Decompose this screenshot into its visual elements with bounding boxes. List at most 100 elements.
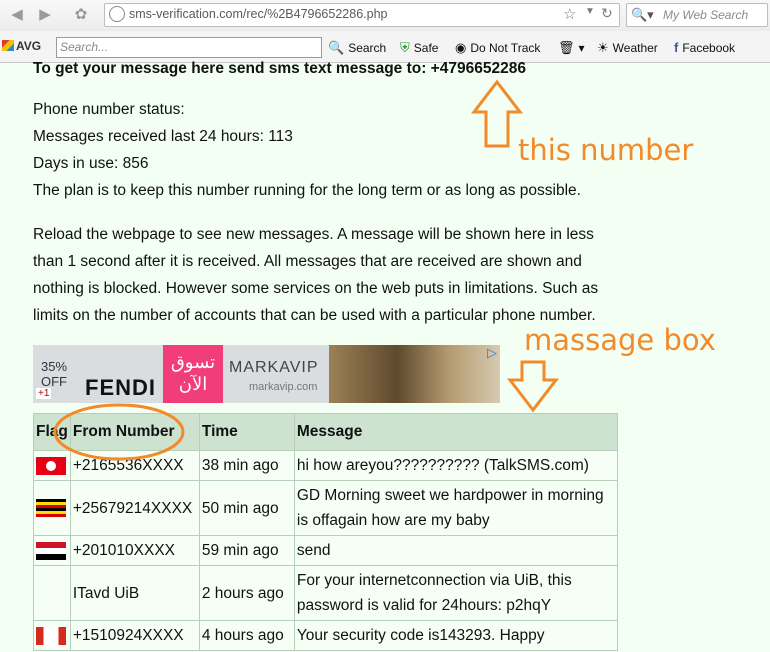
avg-mark-icon: [2, 40, 14, 51]
from-number-cell: +201010XXXX: [69, 535, 200, 566]
flag-icon: [36, 626, 66, 645]
page-headline: To get your message here send sms text m…: [33, 60, 526, 77]
time-cell: 4 hours ago: [198, 620, 295, 651]
ad-shop-now[interactable]: تسوق الآن: [163, 345, 223, 403]
table-header-row: Flag From Number Time Message: [33, 413, 619, 451]
table-row: +25679214XXXX 50 min ago GD Morning sweet …: [33, 480, 619, 536]
page-content: To get your message here send sms text m…: [0, 60, 770, 652]
ad-brand: FENDI: [85, 375, 156, 400]
annotation-this-number: this number: [518, 133, 694, 167]
from-number-cell: +2165536XXXX: [69, 450, 200, 481]
web-search-placeholder: My Web Search: [663, 8, 749, 22]
ad-arabic-line: الآن: [178, 374, 208, 394]
forward-icon[interactable]: ▶: [36, 6, 54, 24]
trash-icon: 🗑: [558, 40, 575, 55]
message-cell: GD Morning sweet we hardpower in morning…: [293, 480, 619, 536]
avg-brand-label: AVG: [16, 39, 42, 53]
search-button[interactable]: 🔍 Search: [328, 40, 386, 56]
from-number-cell: ITavd UiB: [69, 565, 200, 621]
bookmark-star-icon[interactable]: ☆: [563, 5, 576, 23]
shield-icon: ⛨: [400, 40, 410, 55]
from-number-cell: +1510924XXXX: [69, 620, 200, 651]
trash-button[interactable]: 🗑 ▾: [558, 40, 585, 56]
avg-logo[interactable]: AVG: [2, 39, 41, 53]
reload-text-line: than 1 second after it is received. All …: [33, 253, 582, 270]
weather-icon: ☀: [597, 40, 609, 55]
time-cell: 38 min ago: [198, 450, 295, 481]
weather-button-label: Weather: [612, 41, 658, 55]
table-row: +2165536XXXX 38 min ago hi how areyou?????…: [33, 450, 619, 481]
address-bar[interactable]: sms-verification.com/rec/%2B4796652286.p…: [104, 3, 620, 27]
adchoices-icon[interactable]: ▷: [487, 345, 497, 361]
safe-button[interactable]: ⛨ Safe: [400, 40, 438, 56]
received-count: Messages received last 24 hours: 113: [33, 128, 293, 145]
eye-icon: ◉: [455, 40, 467, 55]
facebook-icon: f: [674, 40, 679, 55]
message-cell: hi how areyou?????????? (TalkSMS.com): [293, 450, 619, 481]
safe-button-label: Safe: [413, 41, 439, 55]
navigation-bar: ◀ ▶ ✿ sms-verification.com/rec/%2B479665…: [0, 0, 770, 31]
url-dropdown-icon[interactable]: ▼: [585, 6, 595, 17]
avg-search-input[interactable]: Search...: [56, 37, 322, 58]
message-line: password is valid for 24hours: p2hqY: [296, 597, 552, 614]
do-not-track-button[interactable]: ◉ Do Not Track: [455, 40, 540, 56]
ad-handbag-image: [329, 345, 500, 403]
flag-icon: [36, 499, 66, 518]
reload-text-line: limits on the number of accounts that ca…: [33, 307, 596, 324]
url-text: sms-verification.com/rec/%2B4796652286.p…: [129, 7, 388, 21]
avg-toolbar: AVG Search... 🔍 Search ⛨ Safe ◉ Do Not Trac…: [0, 33, 770, 62]
ad-percent: 35%: [41, 359, 68, 374]
globe-icon: [109, 6, 125, 22]
flag-icon: [36, 541, 66, 560]
time-cell: 50 min ago: [198, 480, 295, 536]
search-engine-icon: 🔍▾: [631, 7, 654, 22]
google-plus-one[interactable]: +1: [36, 388, 52, 399]
column-header-from: From Number: [69, 413, 200, 451]
back-icon[interactable]: ◀: [8, 6, 26, 24]
reload-text-line: nothing is blocked. However some service…: [33, 280, 599, 297]
time-cell: 2 hours ago: [198, 565, 295, 621]
flag-cell: [33, 450, 71, 481]
weather-button[interactable]: ☀ Weather: [597, 40, 658, 56]
search-icon: 🔍: [328, 40, 345, 55]
ad-site-url: markavip.com: [249, 381, 318, 393]
column-header-time: Time: [198, 413, 295, 451]
ad-discount: 35% OFF: [41, 359, 67, 389]
flag-icon: [36, 456, 66, 475]
table-row: +1510924XXXX 4 hours ago Your security cod…: [33, 620, 619, 651]
message-line: For your internetconnection via UiB, thi…: [296, 572, 572, 589]
message-line: Your security code is143293. Happy: [296, 627, 545, 644]
annotation-message-box: massage box: [524, 323, 716, 357]
reload-text-line: Reload the webpage to see new messages. …: [33, 226, 594, 243]
history-icon[interactable]: ✿: [72, 6, 90, 24]
flag-cell: [33, 480, 71, 536]
message-line: GD Morning sweet we hardpower in morning: [296, 487, 604, 504]
status-title: Phone number status:: [33, 101, 185, 118]
table-row: +201010XXXX 59 min ago send: [33, 535, 619, 566]
facebook-button[interactable]: f Facebook: [674, 40, 735, 55]
column-header-flag: Flag: [33, 413, 71, 451]
days-in-use: Days in use: 856: [33, 155, 149, 172]
messages-body: +2165536XXXX 38 min ago hi how areyou?????…: [33, 450, 619, 651]
ad-off: OFF: [41, 374, 67, 389]
dnt-button-label: Do Not Track: [470, 41, 541, 55]
flag-cell: [33, 620, 71, 651]
reload-icon[interactable]: ↻: [601, 5, 613, 22]
web-search-box[interactable]: 🔍▾ My Web Search: [626, 3, 768, 27]
browser-chrome: ◀ ▶ ✿ sms-verification.com/rec/%2B479665…: [0, 0, 770, 63]
column-header-message: Message: [293, 413, 619, 451]
message-cell: Your security code is143293. Happy: [293, 620, 619, 651]
flag-cell: [33, 565, 71, 621]
avg-search-placeholder: Search...: [60, 40, 109, 54]
message-line: hi how areyou?????????? (TalkSMS.com): [296, 457, 589, 474]
search-button-label: Search: [348, 41, 387, 55]
ad-arabic-line: تسوق: [170, 352, 216, 372]
flag-cell: [33, 535, 71, 566]
messages-table: Flag From Number Time Message +2165536XX…: [33, 413, 619, 651]
advertisement-banner[interactable]: 35% OFF FENDI تسوق الآن MARKAVIP markavip.…: [33, 345, 500, 403]
from-number-cell: +25679214XXXX: [69, 480, 200, 536]
ad-site-name: MARKAVIP: [229, 359, 319, 376]
facebook-button-label: Facebook: [682, 41, 736, 55]
message-line: is offagain how are my baby: [296, 512, 490, 529]
message-cell: send: [293, 535, 619, 566]
